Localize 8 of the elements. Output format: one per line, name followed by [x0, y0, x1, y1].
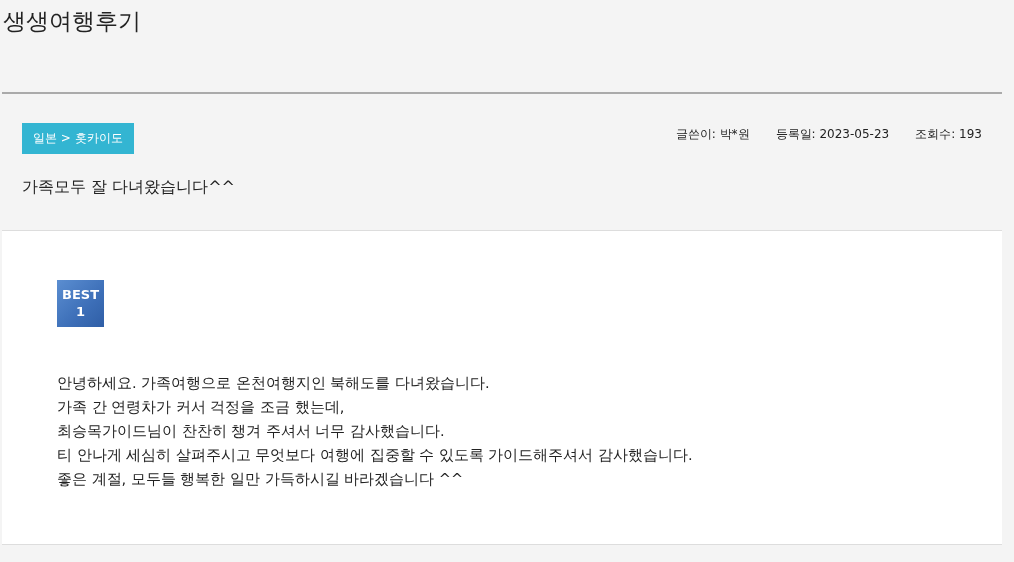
meta-info: 글쓴이: 박*원	[675, 126, 750, 143]
meta-info: 조회수: 193	[915, 126, 982, 143]
best-badge: BEST 1	[57, 280, 104, 327]
post-subject: 가족모두 잘 다녀왔습니다^^	[22, 177, 236, 198]
category-tag: 일본 > 홋카이도	[22, 123, 134, 154]
post-body-text: 안녕하세요. 가족여행으로 온천여행지인 북해도를 다녀왔습니다. 가족 간 연령차가 커서 걱정을 조금 했는데, 최승목가이드님이 찬찬히 챙겨 주셔서 너무 감사했습니다. 티 안나게 세심히 살펴주시고 무엇보다 여행에 집중할 수 있도록 가이드해주셔서 감사했습니다. 좋은 계절, 모두들 행복한 일만 가득하시길 바라겠습니다 ^^	[57, 374, 694, 489]
meta-info: 등록일: 2023-05-23	[775, 126, 890, 143]
page-title: 생생여행후기	[2, 7, 142, 36]
